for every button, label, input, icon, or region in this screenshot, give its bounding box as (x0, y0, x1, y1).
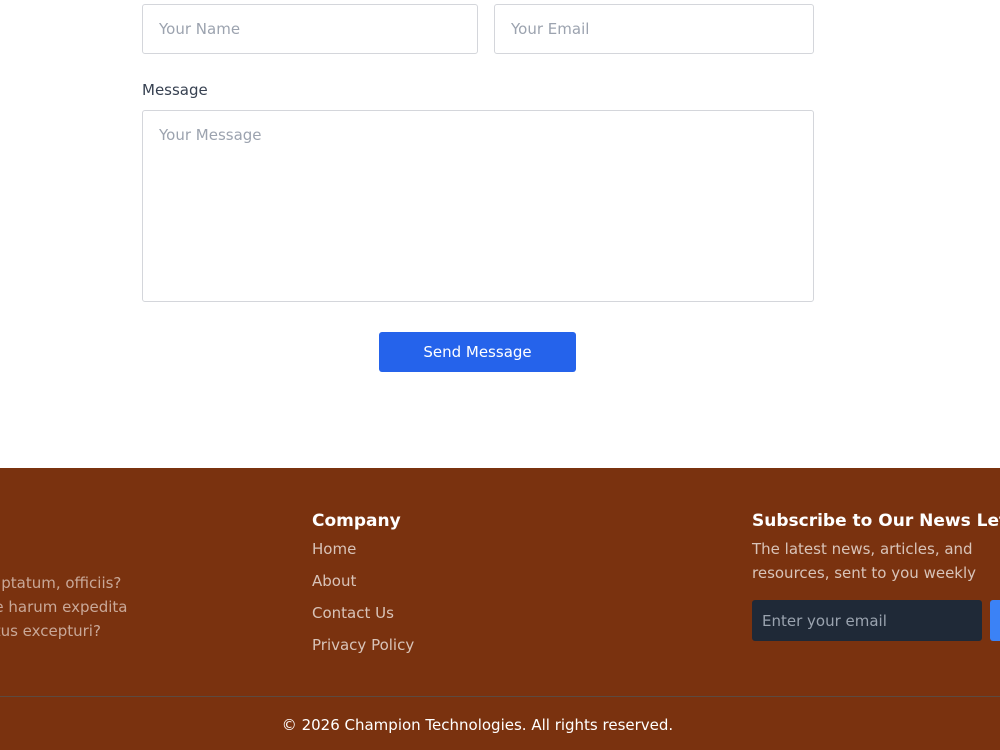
footer-link-privacy-policy[interactable]: Privacy Policy (312, 636, 414, 654)
subscribe-button[interactable] (990, 600, 1000, 641)
newsletter-heading: Subscribe to Our News Letter (752, 511, 1000, 531)
newsletter-email-input[interactable] (752, 600, 982, 641)
message-input[interactable] (142, 110, 814, 302)
company-links: Home About Contact Us Privacy Policy (312, 536, 414, 664)
copyright-text: © 2026 Champion Technologies. All rights… (281, 716, 674, 734)
footer-about-text: g elit. Voluptatum, officiis? tate eaque… (0, 574, 128, 640)
message-label: Message (142, 81, 208, 99)
contact-form: Message Send Message (0, 0, 1000, 468)
company-heading: Company (312, 511, 401, 531)
newsletter-description: The latest news, articles, and resources… (752, 540, 977, 582)
footer-divider (0, 696, 1000, 697)
footer-link-about[interactable]: About (312, 572, 356, 590)
name-input[interactable] (142, 4, 478, 54)
footer-link-home[interactable]: Home (312, 540, 356, 558)
send-message-button[interactable]: Send Message (379, 332, 576, 372)
email-input[interactable] (494, 4, 814, 54)
footer-link-contact-us[interactable]: Contact Us (312, 604, 394, 622)
site-footer: g elit. Voluptatum, officiis? tate eaque… (0, 468, 1000, 750)
